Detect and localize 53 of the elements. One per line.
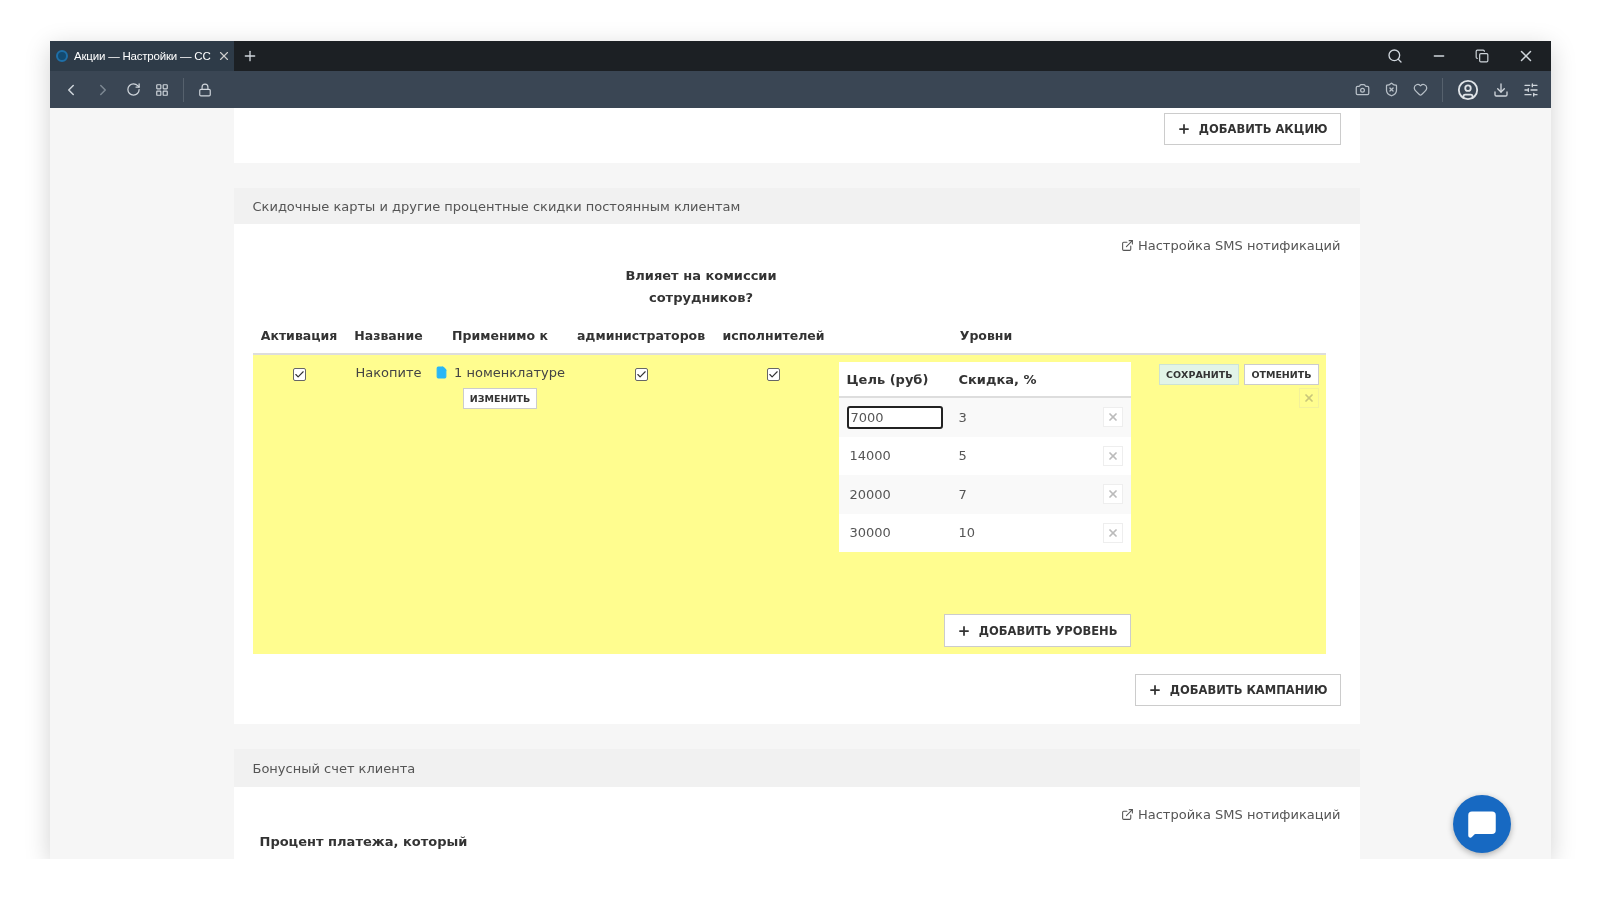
sms-settings-link[interactable]: Настройка SMS нотификаций <box>1120 807 1341 822</box>
new-tab-icon[interactable] <box>242 48 258 64</box>
section-header: Бонусный счет клиента <box>233 749 1360 787</box>
external-link-icon <box>1120 808 1134 821</box>
tab-title: Акции — Настройки — СС <box>74 50 211 62</box>
change-button[interactable]: ИЗМЕНИТЬ <box>462 388 538 409</box>
add-promotion-button[interactable]: ДОБАВИТЬ АКЦИЮ <box>1163 113 1341 145</box>
close-icon <box>1106 526 1119 539</box>
restore-icon[interactable] <box>1475 49 1489 63</box>
save-button[interactable]: СОХРАНИТЬ <box>1159 364 1240 385</box>
table-cell: 1 номенклатуре <box>454 365 565 380</box>
reload-icon[interactable] <box>126 82 141 97</box>
close-icon <box>1106 411 1119 424</box>
browser-tab[interactable]: Акции — Настройки — СС <box>50 41 234 71</box>
sms-settings-link[interactable]: Настройка SMS нотификаций <box>1120 238 1341 253</box>
goal-input[interactable]: 7000 <box>846 405 943 429</box>
avatar-icon[interactable] <box>1457 78 1479 101</box>
close-icon <box>1302 392 1315 404</box>
shield-icon[interactable] <box>1384 82 1399 97</box>
table-cell: Накопите <box>355 365 422 380</box>
menu-icon[interactable] <box>1523 81 1539 98</box>
table-cell: 5 <box>958 448 967 464</box>
field-label: Процент платежа, который <box>258 834 469 849</box>
table-cell: 30000 <box>849 525 891 541</box>
download-icon[interactable] <box>1493 81 1509 98</box>
heart-icon[interactable] <box>1413 82 1428 97</box>
table-cell: 3 <box>958 409 967 425</box>
plus-icon <box>956 623 971 638</box>
plus-icon <box>1147 683 1162 697</box>
external-link-icon <box>1120 239 1134 252</box>
search-icon[interactable] <box>1387 48 1403 64</box>
cancel-button[interactable]: ОТМЕНИТЬ <box>1244 364 1319 385</box>
table-cell: 20000 <box>849 486 891 502</box>
column-group-header: Влияет на комиссии сотрудников? <box>624 267 778 307</box>
site-icon <box>56 50 68 62</box>
table-cell: 14000 <box>849 448 891 464</box>
lock-icon <box>198 82 212 97</box>
chat-button[interactable] <box>1453 795 1511 853</box>
checkbox[interactable] <box>767 368 780 381</box>
chat-icon <box>1467 809 1497 839</box>
table-cell: 10 <box>958 525 976 541</box>
camera-icon[interactable] <box>1355 82 1370 97</box>
section-header: Скидочные карты и другие процентные скидки постоянным клиентам <box>233 188 1360 224</box>
add-campaign-button[interactable]: ДОБАВИТЬ КАМПАНИЮ <box>1134 674 1341 706</box>
add-level-button[interactable]: ДОБАВИТЬ УРОВЕНЬ <box>943 614 1131 647</box>
grid-icon[interactable] <box>155 82 169 97</box>
document-icon <box>435 366 449 379</box>
table-cell: 7 <box>958 486 967 502</box>
close-icon <box>1106 449 1119 462</box>
plus-icon <box>1176 122 1191 136</box>
close-icon <box>1106 488 1119 501</box>
checkbox[interactable] <box>634 368 648 381</box>
checkbox[interactable] <box>292 368 306 381</box>
